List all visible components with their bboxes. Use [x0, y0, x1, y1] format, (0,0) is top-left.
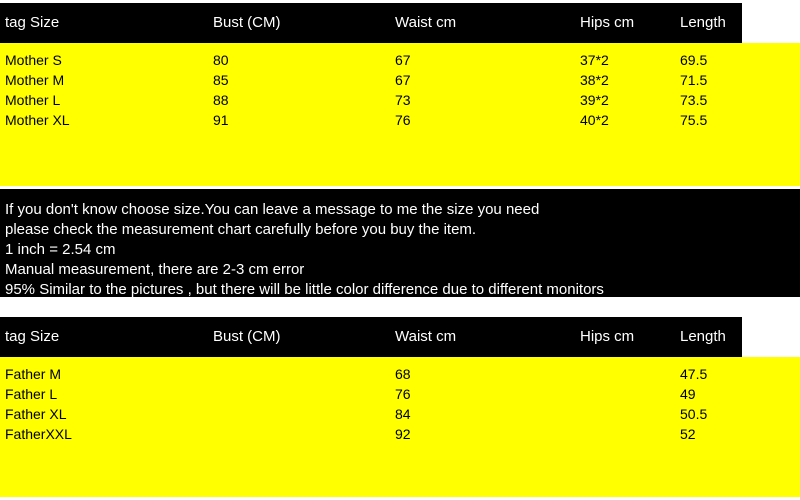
cell-hips: 40*2 [580, 112, 609, 128]
cell-tag-size: Father M [5, 366, 62, 382]
size-chart-father-body: Father M 68 47.5 Father L 76 49 Father X… [0, 357, 800, 497]
column-header-bust: Bust (CM) [213, 328, 281, 345]
cell-length: 73.5 [680, 92, 708, 108]
table-row: Mother L 88 73 39*2 73.5 [0, 90, 800, 110]
size-chart-mother-header-row: tag Size Bust (CM) Waist cm Hips cm Leng… [0, 3, 742, 43]
note-line: 1 inch = 2.54 cm [5, 241, 116, 258]
column-header-length: Length [680, 328, 726, 345]
cell-bust: 91 [213, 112, 229, 128]
size-notes-block: If you don't know choose size.You can le… [0, 189, 800, 298]
size-chart-father: tag Size Bust (CM) Waist cm Hips cm Leng… [0, 317, 800, 497]
cell-length: 69.5 [680, 52, 708, 68]
column-header-waist: Waist cm [395, 14, 457, 31]
size-chart-mother: tag Size Bust (CM) Waist cm Hips cm Leng… [0, 3, 800, 186]
cell-bust: 88 [213, 92, 229, 108]
note-line: If you don't know choose size.You can le… [5, 201, 540, 218]
table-row: FatherXXL 92 52 [0, 424, 800, 444]
cell-bust: 85 [213, 72, 229, 88]
cell-waist: 76 [395, 112, 411, 128]
cell-tag-size: Father L [5, 386, 58, 402]
note-line: Manual measurement, there are 2-3 cm err… [5, 261, 305, 278]
table-row: Mother M 85 67 38*2 71.5 [0, 70, 800, 90]
cell-length: 47.5 [680, 366, 708, 382]
cell-tag-size: FatherXXL [5, 426, 72, 442]
table-row: Mother S 80 67 37*2 69.5 [0, 50, 800, 70]
cell-waist: 67 [395, 52, 411, 68]
column-header-waist: Waist cm [395, 328, 457, 345]
cell-waist: 73 [395, 92, 411, 108]
cell-length: 49 [680, 386, 696, 402]
column-header-hips: Hips cm [580, 328, 635, 345]
cell-waist: 92 [395, 426, 411, 442]
cell-tag-size: Mother S [5, 52, 62, 68]
column-header-bust: Bust (CM) [213, 14, 281, 31]
cell-waist: 76 [395, 386, 411, 402]
table-row: Father M 68 47.5 [0, 364, 800, 384]
cell-tag-size: Mother L [5, 92, 61, 108]
cell-length: 50.5 [680, 406, 708, 422]
cell-length: 52 [680, 426, 696, 442]
note-line: please check the measurement chart caref… [5, 221, 477, 238]
table-row: Father XL 84 50.5 [0, 404, 800, 424]
cell-waist: 68 [395, 366, 411, 382]
table-row: Mother XL 91 76 40*2 75.5 [0, 110, 800, 130]
cell-waist: 67 [395, 72, 411, 88]
cell-length: 71.5 [680, 72, 708, 88]
table-row: Father L 76 49 [0, 384, 800, 404]
cell-length: 75.5 [680, 112, 708, 128]
cell-bust: 80 [213, 52, 229, 68]
size-chart-father-header-row: tag Size Bust (CM) Waist cm Hips cm Leng… [0, 317, 742, 357]
cell-hips: 37*2 [580, 52, 609, 68]
column-header-length: Length [680, 14, 726, 31]
column-header-tag-size: tag Size [5, 14, 60, 31]
cell-hips: 38*2 [580, 72, 609, 88]
note-line: 95% Similar to the pictures , but there … [5, 281, 604, 298]
cell-tag-size: Father XL [5, 406, 67, 422]
cell-waist: 84 [395, 406, 411, 422]
column-header-tag-size: tag Size [5, 328, 60, 345]
size-chart-mother-body: Mother S 80 67 37*2 69.5 Mother M 85 67 … [0, 43, 800, 186]
cell-tag-size: Mother M [5, 72, 65, 88]
column-header-hips: Hips cm [580, 14, 635, 31]
cell-tag-size: Mother XL [5, 112, 70, 128]
cell-hips: 39*2 [580, 92, 609, 108]
